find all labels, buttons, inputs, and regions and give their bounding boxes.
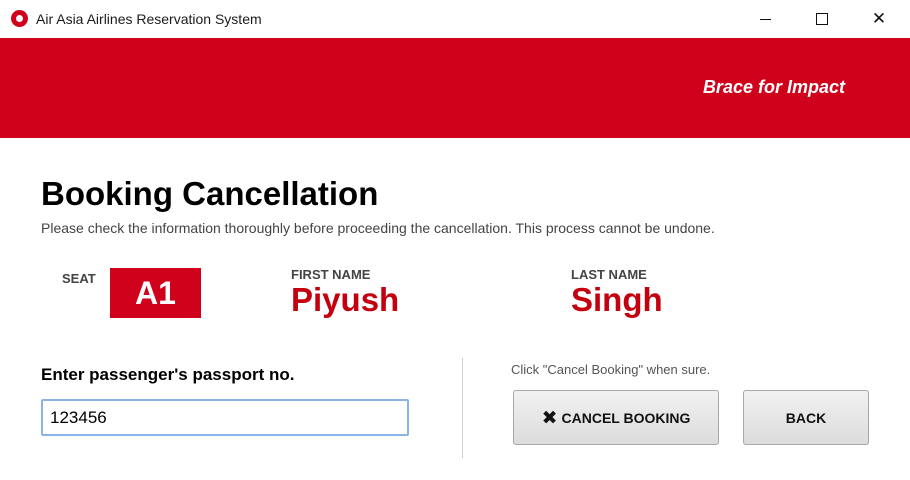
cancel-booking-label: CANCEL BOOKING (561, 409, 691, 426)
back-button[interactable]: BACK (743, 390, 869, 445)
seat-badge: A1 (110, 268, 201, 318)
tagline: Brace for Impact (702, 77, 845, 97)
first-name-value: Piyush (291, 281, 400, 318)
header-banner: Brace for Impact (0, 38, 910, 138)
seat-label: SEAT (62, 271, 96, 286)
divider (462, 358, 463, 458)
first-name-label: FIRST NAME (291, 267, 371, 282)
maximize-button[interactable] (799, 0, 845, 38)
last-name-value: Singh (571, 281, 663, 318)
close-icon: ✕ (871, 8, 887, 29)
close-button[interactable]: ✕ (856, 0, 902, 38)
page-subtitle: Please check the information thoroughly … (41, 220, 715, 236)
page-title: Booking Cancellation (41, 175, 379, 212)
cancel-booking-button[interactable]: ✖ CANCEL BOOKING (513, 390, 719, 445)
x-icon: ✖ (541, 406, 558, 429)
last-name-label: LAST NAME (571, 267, 647, 282)
passport-input[interactable] (41, 399, 409, 436)
maximize-icon (816, 13, 828, 25)
title-bar: Air Asia Airlines Reservation System ✕ (0, 0, 910, 39)
window-title: Air Asia Airlines Reservation System (36, 11, 262, 27)
app-logo-icon (11, 10, 28, 27)
passport-label: Enter passenger's passport no. (41, 365, 295, 384)
cancel-hint: Click "Cancel Booking" when sure. (511, 362, 711, 377)
back-label: BACK (785, 409, 827, 426)
minimize-icon (759, 18, 771, 20)
minimize-button[interactable] (742, 0, 788, 38)
